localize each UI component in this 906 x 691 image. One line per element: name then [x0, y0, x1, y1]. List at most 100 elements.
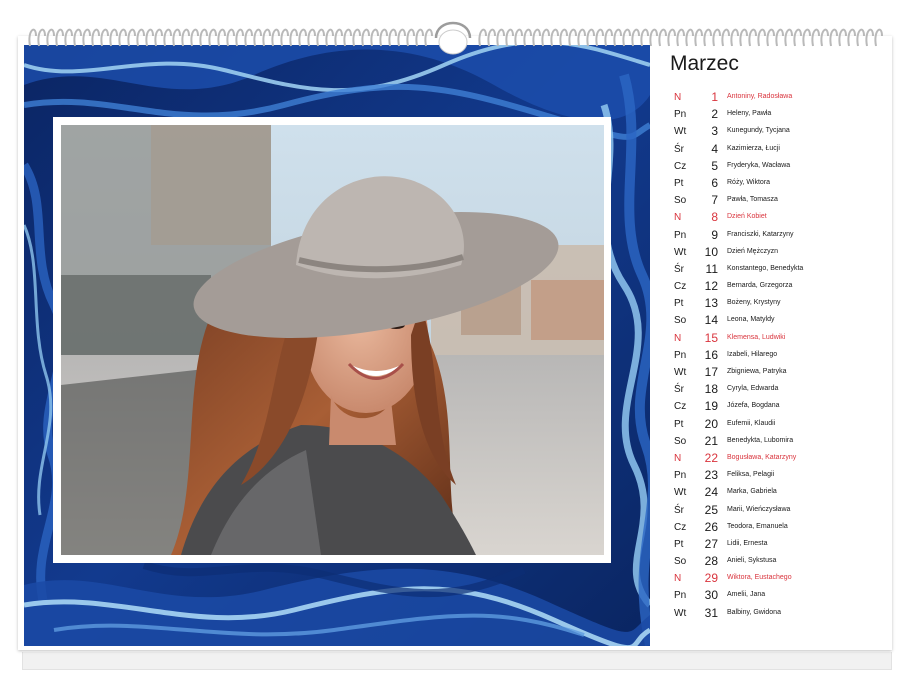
name-day: Eufemii, Klaudii [727, 419, 776, 427]
day-number: 19 [704, 399, 718, 414]
day-number: 23 [704, 468, 718, 483]
day-row: So 21 Benedykta, Lubomira [670, 434, 885, 451]
day-row: Pn 30 Amelii, Jana [670, 588, 885, 605]
name-day: Dzień Mężczyzn [727, 247, 778, 255]
month-title: Marzec [670, 52, 739, 75]
day-of-week: Pn [674, 470, 687, 482]
day-number: 17 [704, 365, 718, 379]
day-of-week: Śr [674, 384, 684, 396]
day-row: N 15 Klemensa, Ludwiki [670, 331, 885, 348]
day-row: Pt 20 Eufemii, Klaudii [670, 417, 885, 434]
day-row: Pn 23 Feliksa, Pelagii [670, 468, 885, 485]
name-day: Konstantego, Benedykta [727, 264, 804, 272]
day-number: 15 [704, 330, 718, 345]
day-number: 9 [711, 227, 718, 242]
day-list: N 1 Antoniny, Radosława Pn 2 Heleny, Pawła Wt 3… [670, 90, 885, 623]
day-number: 18 [704, 382, 718, 397]
day-number: 1 [711, 90, 718, 104]
day-number: 11 [705, 261, 718, 276]
day-number: 5 [711, 158, 718, 173]
day-row: N 8 Dzień Kobiet [670, 210, 885, 227]
day-row: Wt 17 Zbigniewa, Patryka [670, 365, 885, 382]
day-row: Śr 11 Konstantego, Benedykta [670, 262, 885, 279]
day-number: 25 [704, 502, 718, 517]
day-row: Pn 9 Franciszki, Katarzyny [670, 228, 885, 245]
name-day: Zbigniewa, Patryka [727, 368, 787, 375]
day-row: Śr 4 Kazimierza, Łucji [670, 142, 885, 159]
name-day: Bożeny, Krystyny [727, 299, 781, 307]
day-of-week: Pn [674, 349, 687, 361]
name-day: Kazimierza, Łucji [727, 144, 780, 152]
day-of-week: Pn [674, 590, 687, 602]
day-number: 8 [711, 210, 718, 225]
name-day: Marka, Gabriela [727, 488, 777, 496]
day-number: 7 [711, 193, 718, 208]
day-of-week: So [674, 556, 687, 568]
day-row: Wt 10 Dzień Mężczyzn [670, 245, 885, 262]
day-row: So 28 Anieli, Sykstusa [670, 554, 885, 571]
day-row: So 7 Pawła, Tomasza [670, 193, 885, 210]
day-of-week: So [674, 195, 687, 207]
day-of-week: Pt [674, 538, 684, 550]
day-row: Śr 25 Marii, Wieńczysława [670, 503, 885, 520]
name-day: Feliksa, Pelagii [727, 471, 775, 479]
day-of-week: So [674, 435, 687, 447]
day-of-week: Pn [674, 109, 687, 121]
name-day: Fryderyka, Wacława [727, 161, 791, 169]
day-number: 27 [704, 536, 718, 551]
name-day: Róży, Wiktora [727, 178, 771, 186]
day-row: Wt 31 Balbiny, Gwidona [670, 606, 885, 623]
day-of-week: Pt [674, 418, 684, 430]
day-of-week: Śr [674, 504, 684, 516]
name-day: Bogusława, Katarzyny [727, 453, 797, 461]
day-number: 10 [704, 244, 718, 259]
day-number: 24 [704, 485, 718, 500]
name-day: Balbiny, Gwidona [727, 608, 781, 616]
name-day: Marii, Wieńczysława [727, 505, 791, 513]
page-stack-edge [22, 663, 892, 670]
day-number: 6 [711, 175, 718, 190]
name-day: Bernarda, Grzegorza [727, 282, 793, 290]
day-row: Pn 2 Heleny, Pawła [670, 107, 885, 124]
name-day: Leona, Matyldy [727, 316, 775, 324]
name-day: Amelii, Jana [727, 591, 766, 599]
name-day: Józefa, Bogdana [727, 402, 780, 410]
day-number: 21 [704, 433, 718, 448]
name-day: Wiktora, Eustachego [727, 574, 792, 582]
name-day: Cyryla, Edwarda [727, 385, 779, 393]
day-of-week: Cz [674, 401, 687, 413]
day-of-week: Wt [674, 607, 687, 619]
day-number: 4 [711, 141, 718, 156]
day-number: 2 [711, 107, 718, 122]
day-row: Cz 19 Józefa, Bogdana [670, 399, 885, 416]
day-number: 3 [711, 124, 718, 139]
day-number: 14 [704, 313, 718, 328]
name-day: Anieli, Sykstusa [727, 557, 777, 565]
day-of-week: Śr [674, 263, 684, 275]
portrait-photo [61, 125, 604, 555]
day-of-week: Śr [674, 143, 684, 155]
day-number: 28 [704, 554, 718, 569]
name-day: Benedykta, Lubomira [727, 436, 794, 444]
name-day: Franciszki, Katarzyny [727, 230, 794, 238]
day-of-week: Cz [674, 521, 687, 533]
day-row: Cz 26 Teodora, Emanuela [670, 520, 885, 537]
day-row: Cz 5 Fryderyka, Wacława [670, 159, 885, 176]
day-of-week: Wt [674, 367, 687, 378]
day-of-week: Wt [674, 126, 687, 138]
day-of-week: Pt [674, 298, 684, 310]
day-of-week: N [674, 92, 682, 103]
name-day: Antoniny, Radosława [727, 93, 793, 100]
day-number: 29 [704, 571, 718, 586]
day-of-week: Wt [674, 487, 687, 499]
day-of-week: N [674, 212, 682, 224]
day-of-week: Wt [674, 246, 687, 258]
day-row: N 29 Wiktora, Eustachego [670, 571, 885, 588]
day-number: 16 [704, 347, 718, 362]
day-row: Pt 13 Bożeny, Krystyny [670, 296, 885, 313]
name-day: Teodora, Emanuela [727, 522, 788, 530]
day-row: Pn 16 Izabeli, Hilarego [670, 348, 885, 365]
name-day: Klemensa, Ludwiki [727, 333, 786, 341]
day-of-week: Cz [674, 160, 687, 172]
day-number: 13 [704, 296, 718, 311]
